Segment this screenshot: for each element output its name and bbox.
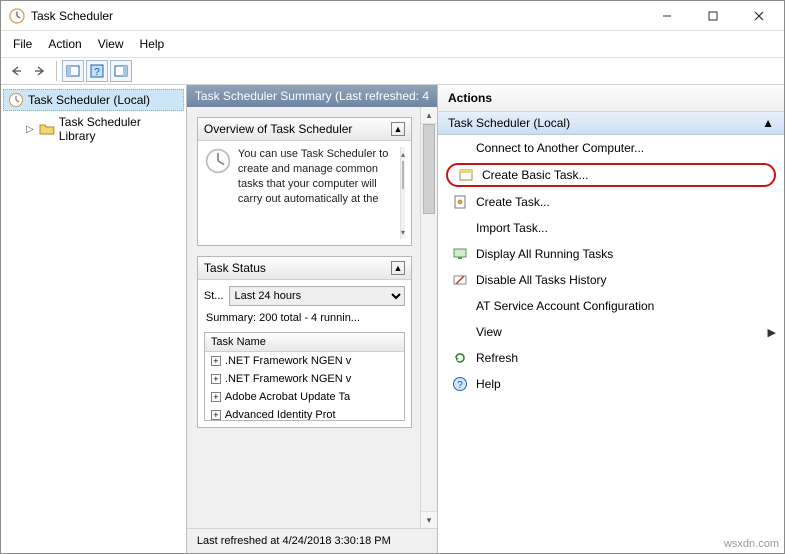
- action-item-8[interactable]: Refresh: [438, 345, 784, 371]
- action-item-4[interactable]: Display All Running Tasks: [438, 241, 784, 267]
- menubar: File Action View Help: [1, 31, 784, 57]
- display-icon: [452, 246, 468, 262]
- minimize-button[interactable]: [644, 2, 690, 30]
- status-group: Task Status ▲ St... Last 24 hours Summar…: [197, 256, 412, 428]
- help-icon: ?: [452, 376, 468, 392]
- blank-icon: [452, 220, 468, 236]
- action-label: Create Basic Task...: [482, 168, 768, 182]
- nav-back-button[interactable]: [5, 60, 27, 82]
- action-item-1[interactable]: Create Basic Task...: [446, 163, 776, 187]
- action-label: View: [476, 325, 760, 339]
- show-hide-tree-button[interactable]: [62, 60, 84, 82]
- tree-expand-icon[interactable]: ▷: [25, 124, 35, 135]
- action-item-6[interactable]: AT Service Account Configuration: [438, 293, 784, 319]
- action-item-3[interactable]: Import Task...: [438, 215, 784, 241]
- status-title: Task Status: [204, 261, 266, 275]
- svg-text:?: ?: [94, 67, 100, 78]
- center-content: Overview of Task Scheduler ▲ You can use…: [187, 107, 420, 528]
- action-item-9[interactable]: ? Help: [438, 371, 784, 397]
- window-title: Task Scheduler: [31, 9, 644, 23]
- menu-file[interactable]: File: [5, 34, 40, 54]
- action-label: Help: [476, 377, 776, 391]
- overview-text: You can use Task Scheduler to create and…: [238, 147, 394, 239]
- watermark: wsxdn.com: [724, 538, 779, 550]
- status-range-select[interactable]: Last 24 hours: [229, 286, 405, 306]
- overview-title: Overview of Task Scheduler: [204, 122, 353, 136]
- expand-icon[interactable]: +: [211, 392, 221, 402]
- tree-pane: Task Scheduler (Local) ▷ Task Scheduler …: [1, 85, 187, 553]
- task-row[interactable]: +.NET Framework NGEN v: [205, 352, 404, 370]
- center-pane: Task Scheduler Summary (Last refreshed: …: [187, 85, 438, 553]
- action-label: Import Task...: [476, 221, 776, 235]
- center-scrollbar[interactable]: ▴ ▾: [420, 107, 437, 528]
- toolbar: ?: [1, 57, 784, 85]
- nav-forward-button[interactable]: [29, 60, 51, 82]
- expand-icon[interactable]: +: [211, 374, 221, 384]
- center-footer: Last refreshed at 4/24/2018 3:30:18 PM: [187, 528, 437, 553]
- expand-icon[interactable]: +: [211, 356, 221, 366]
- expand-icon[interactable]: +: [211, 410, 221, 420]
- actions-context-header[interactable]: Task Scheduler (Local) ▲: [438, 112, 784, 135]
- center-header: Task Scheduler Summary (Last refreshed: …: [187, 85, 437, 107]
- tree-root-node[interactable]: Task Scheduler (Local): [3, 89, 184, 111]
- menu-action[interactable]: Action: [40, 34, 89, 54]
- task-row[interactable]: +Advanced Identity Prot: [205, 406, 404, 421]
- task-row[interactable]: +Adobe Acrobat Update Ta: [205, 388, 404, 406]
- task-row[interactable]: +.NET Framework NGEN v: [205, 370, 404, 388]
- action-item-2[interactable]: Create Task...: [438, 189, 784, 215]
- actions-context-label: Task Scheduler (Local): [448, 116, 570, 130]
- collapse-icon[interactable]: ▲: [762, 116, 774, 130]
- task-list-header[interactable]: Task Name: [205, 333, 404, 352]
- action-label: Connect to Another Computer...: [476, 141, 776, 155]
- action-label: Create Task...: [476, 195, 776, 209]
- show-action-pane-button[interactable]: [110, 60, 132, 82]
- collapse-icon[interactable]: ▲: [391, 261, 405, 275]
- action-item-7[interactable]: View ▶: [438, 319, 784, 345]
- disable-icon: [452, 272, 468, 288]
- action-label: Refresh: [476, 351, 776, 365]
- folder-icon: [39, 121, 55, 137]
- titlebar: Task Scheduler: [1, 1, 784, 31]
- menu-help[interactable]: Help: [132, 34, 173, 54]
- task-list: Task Name +.NET Framework NGEN v +.NET F…: [204, 332, 405, 421]
- menu-view[interactable]: View: [90, 34, 132, 54]
- close-button[interactable]: [736, 2, 782, 30]
- app-window: Task Scheduler File Action View Help ? T…: [0, 0, 785, 554]
- svg-text:?: ?: [457, 380, 463, 391]
- toolbar-divider: [56, 61, 57, 81]
- action-label: Display All Running Tasks: [476, 247, 776, 261]
- status-summary: Summary: 200 total - 4 runnin...: [204, 312, 405, 326]
- app-icon: [9, 8, 25, 24]
- status-range-label: St...: [204, 290, 224, 302]
- status-header[interactable]: Task Status ▲: [198, 257, 411, 280]
- blank-icon: [452, 298, 468, 314]
- actions-pane: Actions Task Scheduler (Local) ▲ Connect…: [438, 85, 784, 553]
- overview-scrollbar[interactable]: ▴▾: [400, 147, 405, 239]
- clock-icon: [8, 92, 24, 108]
- refresh-icon: [452, 350, 468, 366]
- action-label: AT Service Account Configuration: [476, 299, 776, 313]
- overview-group: Overview of Task Scheduler ▲ You can use…: [197, 117, 412, 246]
- body: Task Scheduler (Local) ▷ Task Scheduler …: [1, 85, 784, 553]
- tree-child-node[interactable]: ▷ Task Scheduler Library: [3, 113, 184, 145]
- task-icon: [452, 194, 468, 210]
- wizard-icon: [458, 167, 474, 183]
- tree-root-label: Task Scheduler (Local): [28, 93, 150, 107]
- blank-icon: [452, 324, 468, 340]
- action-label: Disable All Tasks History: [476, 273, 776, 287]
- tree-child-label: Task Scheduler Library: [59, 115, 180, 143]
- actions-list: Connect to Another Computer... Create Bas…: [438, 135, 784, 553]
- collapse-icon[interactable]: ▲: [391, 122, 405, 136]
- action-item-0[interactable]: Connect to Another Computer...: [438, 135, 784, 161]
- chevron-right-icon: ▶: [768, 326, 776, 339]
- action-item-5[interactable]: Disable All Tasks History: [438, 267, 784, 293]
- blank-icon: [452, 140, 468, 156]
- overview-header[interactable]: Overview of Task Scheduler ▲: [198, 118, 411, 141]
- actions-title: Actions: [438, 85, 784, 112]
- window-controls: [644, 2, 782, 30]
- help-toolbar-button[interactable]: ?: [86, 60, 108, 82]
- maximize-button[interactable]: [690, 2, 736, 30]
- clock-large-icon: [204, 147, 232, 175]
